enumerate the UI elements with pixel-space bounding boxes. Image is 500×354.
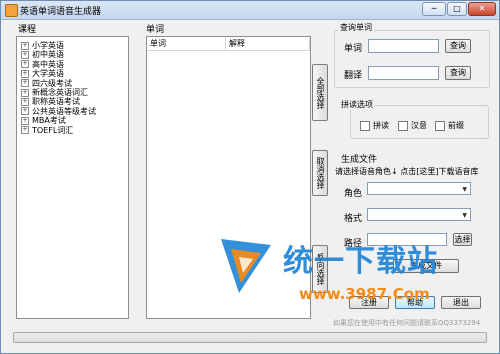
checkbox-box[interactable]	[360, 120, 370, 131]
watermark-text: 统一下载站	[283, 244, 438, 279]
course-label: 课程	[18, 25, 37, 35]
role-select[interactable]: ▼	[367, 182, 471, 195]
close-button[interactable]: ✕	[468, 2, 496, 16]
expand-icon[interactable]: +	[21, 116, 29, 125]
course-tree-item[interactable]: + 四六级考试	[21, 79, 72, 88]
course-tree-item-label: 新概念英语词汇	[32, 88, 88, 97]
app-window: 英语单词语音生成器 ─ □ ✕ 课程 + 小学英语 + 初中英语 + 高中英语 + 大学英语 +…	[0, 0, 500, 354]
lookup-title: 查询单词	[338, 22, 374, 33]
course-tree-item[interactable]: + 公共英语等级考试	[21, 107, 96, 116]
option-spell-checkbox[interactable]: 拼读	[360, 120, 389, 131]
course-tree-item-label: TOEFL词汇	[32, 125, 74, 135]
translate-input[interactable]	[368, 66, 439, 80]
watermark-logo-icon	[221, 239, 271, 293]
option-spell-label: 拼读	[373, 121, 389, 130]
course-tree-item[interactable]: + 职称英语考试	[21, 97, 80, 106]
exit-button[interactable]: 退出	[441, 296, 481, 309]
chevron-down-icon: ▼	[462, 212, 467, 219]
lookup-word-input[interactable]	[368, 39, 439, 53]
deselect-button[interactable]: 取消选择	[312, 150, 328, 196]
translate-label: 翻译	[344, 71, 363, 81]
chevron-down-icon: ▼	[462, 186, 467, 193]
course-tree-item[interactable]: + TOEFL词汇	[21, 126, 73, 135]
expand-icon[interactable]: +	[21, 79, 29, 88]
column-header-meaning[interactable]: 解释	[226, 37, 310, 51]
option-meaning-checkbox[interactable]: 汉意	[398, 120, 427, 131]
course-tree-item-label: MBA考试	[32, 116, 66, 126]
expand-icon[interactable]: +	[21, 60, 29, 69]
course-tree[interactable]: + 小学英语 + 初中英语 + 高中英语 + 大学英语 + 四六级考试 + 新概念英语词汇 + 职称英语考…	[16, 36, 129, 319]
option-prefix-label: 前缀	[448, 121, 464, 130]
app-icon	[5, 4, 18, 17]
choose-path-button[interactable]: 选择	[453, 233, 472, 246]
expand-icon[interactable]: +	[21, 69, 29, 78]
progress-bar	[13, 332, 487, 343]
read-options-title: 拼读选项	[339, 99, 375, 110]
course-tree-item-label: 职称英语考试	[32, 97, 80, 107]
course-tree-item[interactable]: + 高中英语	[21, 60, 64, 69]
maximize-button[interactable]: □	[447, 2, 467, 16]
expand-icon[interactable]: +	[21, 107, 29, 116]
expand-icon[interactable]: +	[21, 97, 29, 106]
select-all-button[interactable]: 全部选择	[312, 64, 328, 121]
footer-contact-note: 如果您在使用中有任何问题请联系QQ3373294	[333, 319, 481, 327]
expand-icon[interactable]: +	[21, 50, 29, 59]
course-tree-item[interactable]: + 新概念英语词汇	[21, 88, 88, 97]
expand-icon[interactable]: +	[21, 41, 29, 50]
title-bar[interactable]: 英语单词语音生成器 ─ □ ✕	[1, 1, 499, 20]
course-tree-item[interactable]: + 大学英语	[21, 69, 64, 78]
course-tree-item-label: 高中英语	[32, 59, 64, 69]
window-title: 英语单词语音生成器	[20, 7, 102, 17]
course-tree-item[interactable]: + 小学英语	[21, 41, 64, 50]
lookup-word-label: 单词	[344, 44, 363, 54]
checkbox-box[interactable]	[398, 120, 408, 131]
option-prefix-checkbox[interactable]: 前缀	[435, 120, 464, 131]
format-label: 格式	[344, 214, 363, 224]
expand-icon[interactable]: +	[21, 88, 29, 97]
option-meaning-label: 汉意	[411, 121, 427, 130]
role-label: 角色	[344, 189, 363, 199]
voice-hint[interactable]: 请选择语音角色↓ 点击[这里]下载语音库	[335, 166, 479, 177]
generate-title: 生成文件	[341, 155, 378, 165]
translate-query-button[interactable]: 查询	[445, 66, 471, 80]
course-tree-item-label: 公共英语等级考试	[32, 106, 96, 116]
course-tree-item[interactable]: + 初中英语	[21, 50, 64, 59]
course-tree-item-label: 大学英语	[32, 69, 64, 79]
minimize-button[interactable]: ─	[422, 2, 446, 16]
course-tree-item-label: 初中英语	[32, 50, 64, 60]
column-header-word[interactable]: 单词	[147, 37, 226, 51]
course-tree-item[interactable]: + MBA考试	[21, 116, 66, 125]
words-label: 单词	[146, 25, 165, 35]
checkbox-box[interactable]	[435, 120, 445, 131]
watermark-url: www.3987.Com	[299, 285, 430, 303]
expand-icon[interactable]: +	[21, 126, 29, 135]
course-tree-item-label: 小学英语	[32, 41, 64, 50]
format-select[interactable]: ▼	[367, 208, 471, 221]
lookup-word-query-button[interactable]: 查询	[445, 39, 471, 53]
course-tree-item-label: 四六级考试	[32, 78, 72, 88]
